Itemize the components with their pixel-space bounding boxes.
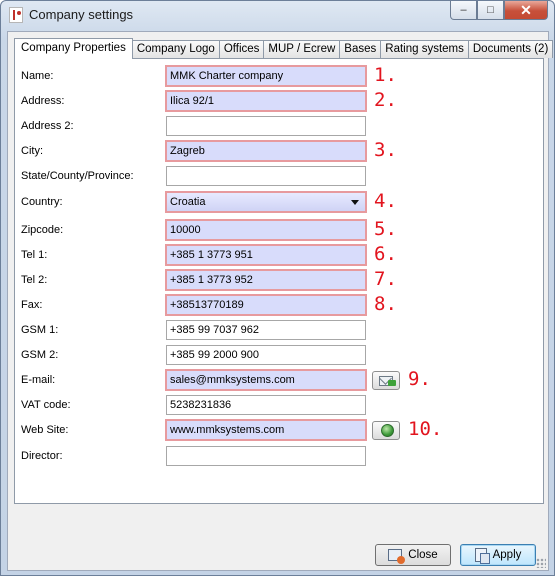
annotation-marker: 5.: [374, 218, 397, 240]
state-label: State/County/Province:: [21, 170, 134, 182]
annotation-marker: 2.: [374, 89, 397, 111]
tab-offices[interactable]: Offices: [218, 40, 265, 58]
annotation-marker: 1.: [374, 64, 397, 86]
app-logo-icon: [9, 7, 23, 23]
apply-document-icon: [474, 548, 490, 564]
address-label: Address:: [21, 95, 65, 107]
city-input[interactable]: Zagreb: [165, 140, 367, 162]
name-input[interactable]: MMK Charter company: [165, 65, 367, 87]
close-button[interactable]: Close: [375, 544, 451, 566]
vat-label: VAT code:: [21, 399, 71, 411]
country-label: Country:: [21, 196, 63, 208]
annotation-marker: 8.: [374, 293, 397, 315]
gsm1-input[interactable]: +385 99 7037 962: [166, 320, 366, 340]
vat-input[interactable]: 5238231836: [166, 395, 366, 415]
globe-icon: [381, 424, 394, 437]
tab-documents[interactable]: Documents (2): [467, 40, 554, 58]
annotation-marker: 7.: [374, 268, 397, 290]
apply-button[interactable]: Apply: [460, 544, 536, 566]
minimize-button[interactable]: –: [450, 1, 477, 20]
close-door-icon: [388, 549, 406, 564]
tab-strip: Company Properties Company Logo Offices …: [14, 38, 554, 59]
address-input[interactable]: Ilica 92/1: [165, 90, 367, 112]
gsm2-input[interactable]: +385 99 2000 900: [166, 345, 366, 365]
tab-company-properties[interactable]: Company Properties: [14, 38, 133, 59]
annotation-marker: 9.: [408, 368, 431, 390]
tel2-input[interactable]: +385 1 3773 952: [165, 269, 367, 291]
country-value: Croatia: [170, 196, 206, 208]
address2-input[interactable]: [166, 116, 366, 136]
fax-label: Fax:: [21, 299, 43, 311]
gsm1-label: GSM 1:: [21, 324, 59, 336]
close-button-label: Close: [408, 549, 438, 561]
city-label: City:: [21, 145, 43, 157]
maximize-button[interactable]: □: [477, 1, 504, 20]
apply-button-label: Apply: [492, 549, 522, 561]
annotation-marker: 6.: [374, 243, 397, 265]
window-title: Company settings: [29, 7, 134, 22]
company-settings-window: Company settings – □ ✕ Company Propertie…: [0, 0, 555, 576]
name-label: Name:: [21, 70, 54, 82]
country-select[interactable]: Croatia: [165, 191, 367, 213]
company-properties-panel: Name: MMK Charter company 1. Address: Il…: [14, 58, 544, 504]
tab-rating-systems[interactable]: Rating systems: [380, 40, 469, 58]
annotation-marker: 4.: [374, 190, 397, 212]
dialog-body: Company Properties Company Logo Offices …: [7, 31, 554, 571]
gsm2-label: GSM 2:: [21, 349, 59, 361]
annotation-marker: 10.: [408, 418, 443, 440]
chevron-down-icon[interactable]: [351, 200, 359, 205]
tel1-label: Tel 1:: [21, 249, 48, 261]
close-window-button[interactable]: ✕: [504, 1, 548, 20]
annotation-marker: 3.: [374, 139, 397, 161]
state-input[interactable]: [166, 166, 366, 186]
tel1-input[interactable]: +385 1 3773 951: [165, 244, 367, 266]
website-input[interactable]: www.mmksystems.com: [165, 419, 367, 441]
email-input[interactable]: sales@mmksystems.com: [165, 369, 367, 391]
director-input[interactable]: [166, 446, 366, 466]
open-website-button[interactable]: [372, 421, 400, 440]
arrow-right-icon: [388, 380, 396, 386]
address2-label: Address 2:: [21, 120, 74, 132]
resize-grip-icon[interactable]: [536, 558, 546, 568]
tab-bases[interactable]: Bases: [339, 40, 382, 58]
title-bar[interactable]: Company settings – □ ✕: [1, 1, 554, 29]
fax-input[interactable]: +38513770189: [165, 294, 367, 316]
zipcode-label: Zipcode:: [21, 224, 64, 236]
tab-mup-ecrew[interactable]: MUP / Ecrew: [263, 40, 341, 58]
zipcode-input[interactable]: 10000: [165, 219, 367, 241]
website-label: Web Site:: [21, 424, 69, 436]
director-label: Director:: [21, 450, 63, 462]
send-email-button[interactable]: [372, 371, 400, 390]
tab-company-logo[interactable]: Company Logo: [131, 40, 220, 58]
tel2-label: Tel 2:: [21, 274, 48, 286]
email-label: E-mail:: [21, 374, 56, 386]
